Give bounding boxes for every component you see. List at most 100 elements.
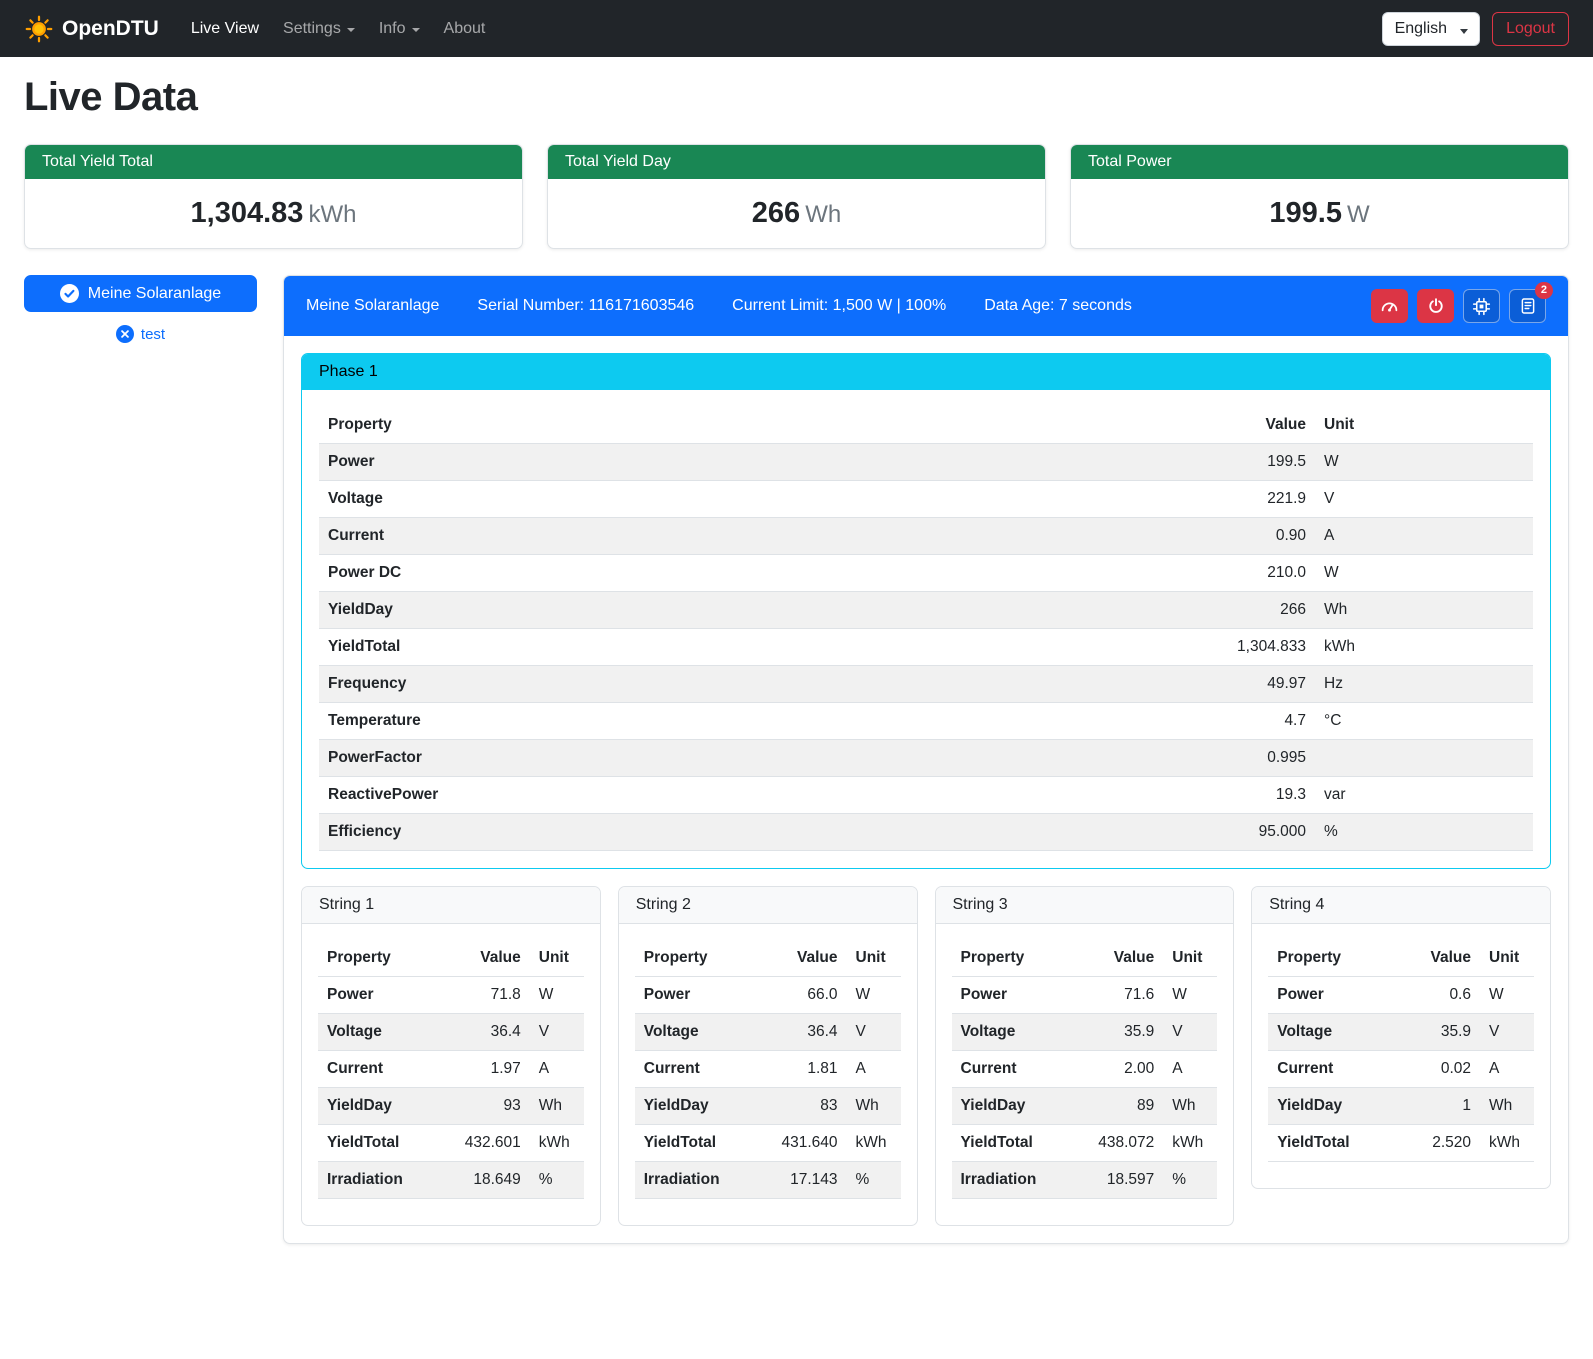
value-cell: 35.9 bbox=[1404, 1014, 1480, 1051]
unit-cell: A bbox=[1315, 518, 1533, 555]
value-column-header: Value bbox=[771, 940, 847, 977]
chevron-down-icon bbox=[412, 28, 420, 32]
language-select[interactable]: English bbox=[1382, 12, 1480, 46]
string-3-table: Property Value Unit Power71.6WVoltage35.… bbox=[952, 940, 1218, 1199]
nav-settings[interactable]: Settings bbox=[271, 12, 367, 46]
phase-title: Phase 1 bbox=[302, 354, 1550, 390]
logout-button[interactable]: Logout bbox=[1492, 12, 1569, 46]
property-cell: YieldTotal bbox=[952, 1125, 1088, 1162]
table-row: Voltage221.9V bbox=[319, 481, 1533, 518]
table-row: Current0.90A bbox=[319, 518, 1533, 555]
string-3-title: String 3 bbox=[936, 887, 1234, 924]
string-4-title: String 4 bbox=[1252, 887, 1550, 924]
nav-about-label: About bbox=[444, 20, 486, 38]
nav-live-view-label: Live View bbox=[191, 20, 259, 38]
string-2-table: Property Value Unit Power66.0WVoltage36.… bbox=[635, 940, 901, 1199]
total-yield-day-unit: Wh bbox=[805, 201, 841, 228]
table-row: Voltage36.4V bbox=[635, 1014, 901, 1051]
unit-cell: V bbox=[1315, 481, 1533, 518]
unit-cell: W bbox=[1480, 977, 1534, 1014]
value-column-header: Value bbox=[1165, 407, 1315, 444]
total-power-card: Total Power 199.5W bbox=[1070, 144, 1569, 249]
table-row: Current1.97A bbox=[318, 1051, 584, 1088]
property-cell: Voltage bbox=[319, 481, 1165, 518]
inverter-limit: Current Limit: 1,500 W | 100% bbox=[732, 297, 946, 315]
total-power-unit: W bbox=[1347, 201, 1370, 228]
table-row: Power66.0W bbox=[635, 977, 901, 1014]
nav-about[interactable]: About bbox=[432, 12, 498, 46]
unit-cell: A bbox=[1163, 1051, 1217, 1088]
property-cell: Current bbox=[319, 518, 1165, 555]
device-info-button[interactable] bbox=[1463, 289, 1500, 323]
value-cell: 89 bbox=[1087, 1088, 1163, 1125]
cpu-icon bbox=[1472, 297, 1491, 316]
value-cell: 0.6 bbox=[1404, 977, 1480, 1014]
property-cell: Current bbox=[1268, 1051, 1404, 1088]
value-cell: 18.649 bbox=[454, 1162, 530, 1199]
property-cell: Power bbox=[952, 977, 1088, 1014]
brand-link[interactable]: OpenDTU bbox=[24, 14, 159, 44]
string-2-card: String 2 Property Value Unit bbox=[618, 886, 918, 1226]
table-row: Voltage36.4V bbox=[318, 1014, 584, 1051]
value-cell: 1.81 bbox=[771, 1051, 847, 1088]
table-row: PowerFactor0.995 bbox=[319, 740, 1533, 777]
value-cell: 1 bbox=[1404, 1088, 1480, 1125]
unit-cell: V bbox=[1480, 1014, 1534, 1051]
strings-row: String 1 Property Value Unit bbox=[301, 886, 1551, 1226]
string-1-title: String 1 bbox=[302, 887, 600, 924]
inverter-card: Meine Solaranlage Serial Number: 1161716… bbox=[283, 275, 1569, 1244]
value-cell: 1.97 bbox=[454, 1051, 530, 1088]
inverter-select-label: Meine Solaranlage bbox=[88, 285, 221, 303]
table-row: Power71.8W bbox=[318, 977, 584, 1014]
sun-logo-icon bbox=[24, 14, 54, 44]
value-cell: 95.000 bbox=[1165, 814, 1315, 851]
property-column-header: Property bbox=[635, 940, 771, 977]
string-2-title: String 2 bbox=[619, 887, 917, 924]
nav-info[interactable]: Info bbox=[367, 12, 432, 46]
property-cell: Power bbox=[319, 444, 1165, 481]
language-select-value: English bbox=[1395, 20, 1447, 37]
value-cell: 49.97 bbox=[1165, 666, 1315, 703]
value-column-header: Value bbox=[1087, 940, 1163, 977]
power-button[interactable] bbox=[1417, 289, 1454, 323]
table-row: Efficiency95.000% bbox=[319, 814, 1533, 851]
unit-cell: kWh bbox=[1163, 1125, 1217, 1162]
unit-cell: A bbox=[847, 1051, 901, 1088]
total-yield-day-title: Total Yield Day bbox=[548, 145, 1045, 179]
table-row: Current0.02A bbox=[1268, 1051, 1534, 1088]
page-title: Live Data bbox=[24, 75, 1569, 120]
unit-cell: V bbox=[1163, 1014, 1217, 1051]
value-cell: 18.597 bbox=[1087, 1162, 1163, 1199]
table-row: Frequency49.97Hz bbox=[319, 666, 1533, 703]
x-circle-icon bbox=[116, 325, 134, 343]
unit-cell: Wh bbox=[1163, 1088, 1217, 1125]
chevron-down-icon bbox=[347, 28, 355, 32]
unit-cell: A bbox=[1480, 1051, 1534, 1088]
string-1-card: String 1 Property Value Unit bbox=[301, 886, 601, 1226]
table-row: YieldTotal431.640kWh bbox=[635, 1125, 901, 1162]
event-log-button[interactable]: 2 bbox=[1509, 289, 1546, 323]
value-cell: 210.0 bbox=[1165, 555, 1315, 592]
value-cell: 2.00 bbox=[1087, 1051, 1163, 1088]
total-yield-total-value: 1,304.83 bbox=[191, 197, 304, 229]
unit-cell: % bbox=[1315, 814, 1533, 851]
value-cell: 431.640 bbox=[771, 1125, 847, 1162]
property-column-header: Property bbox=[318, 940, 454, 977]
table-row: Current2.00A bbox=[952, 1051, 1218, 1088]
property-cell: Voltage bbox=[635, 1014, 771, 1051]
table-row: ReactivePower19.3var bbox=[319, 777, 1533, 814]
phase-table: Property Value Unit Power199.5WVoltage22… bbox=[319, 407, 1533, 851]
table-row: YieldTotal438.072kWh bbox=[952, 1125, 1218, 1162]
limit-settings-button[interactable] bbox=[1371, 289, 1408, 323]
value-cell: 0.90 bbox=[1165, 518, 1315, 555]
unit-cell: A bbox=[530, 1051, 584, 1088]
table-header-row: Property Value Unit bbox=[952, 940, 1218, 977]
chevron-down-icon bbox=[1460, 29, 1468, 34]
property-cell: YieldDay bbox=[318, 1088, 454, 1125]
inverter-select-test[interactable]: test bbox=[24, 325, 257, 343]
property-cell: Current bbox=[318, 1051, 454, 1088]
unit-cell: kWh bbox=[847, 1125, 901, 1162]
nav-live-view[interactable]: Live View bbox=[179, 12, 271, 46]
navbar: OpenDTU Live View Settings Info About En… bbox=[0, 0, 1593, 57]
inverter-select-button[interactable]: Meine Solaranlage bbox=[24, 275, 257, 312]
